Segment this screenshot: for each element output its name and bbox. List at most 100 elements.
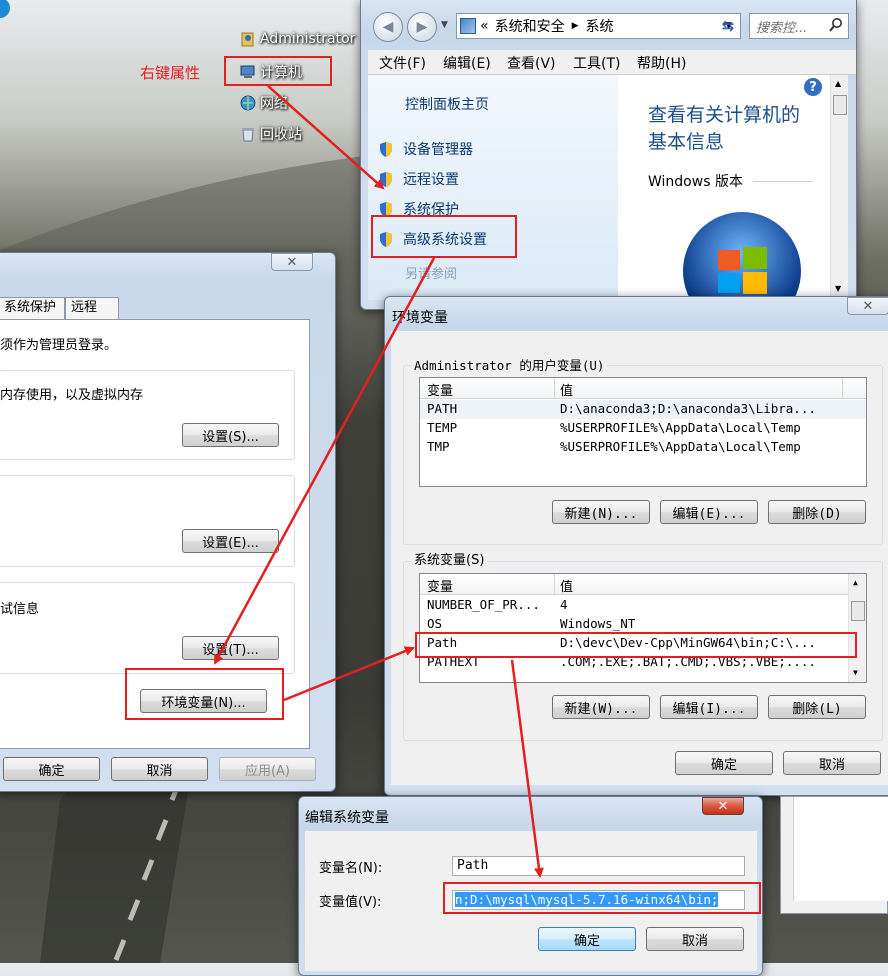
uac-shield-icon bbox=[378, 171, 394, 188]
search-box[interactable]: 搜索控... bbox=[749, 13, 849, 39]
system-window: ◀ ▶ ▼ « 系统和安全 ▶ 系统 ▼ ⇆ 搜索控... 文件(F) 编辑(E… bbox=[360, 0, 857, 310]
main-pane: 查看有关计算机的 基本信息 Windows 版本 bbox=[618, 75, 830, 300]
page-heading-line1: 查看有关计算机的 bbox=[648, 104, 801, 126]
user-edit-button[interactable]: 编辑(E)... bbox=[660, 500, 758, 524]
button-label: 确定 bbox=[710, 757, 737, 773]
close-icon: ✕ bbox=[717, 798, 729, 814]
column-header-value[interactable]: 值 bbox=[560, 380, 573, 399]
variable-name: PATH bbox=[427, 401, 458, 416]
scroll-thumb[interactable] bbox=[851, 601, 865, 621]
history-dropdown-arrow-icon[interactable]: ▼ bbox=[441, 20, 448, 30]
button-label: 设置(T)... bbox=[202, 642, 259, 658]
variable-value: Windows_NT bbox=[560, 616, 636, 631]
main-scrollbar[interactable]: ▲ ▼ bbox=[830, 75, 848, 300]
variable-name-label: 变量名(N): bbox=[319, 861, 383, 876]
control-panel-home-link[interactable]: 控制面板主页 bbox=[405, 94, 489, 114]
menu-tools[interactable]: 工具(T) bbox=[573, 53, 620, 73]
user-profiles-settings-button[interactable]: 设置(E)... bbox=[182, 529, 279, 553]
scroll-up-arrow-icon[interactable]: ▲ bbox=[835, 79, 841, 88]
performance-settings-button[interactable]: 设置(S)... bbox=[182, 423, 279, 447]
system-variable-row[interactable]: NUMBER_OF_PR... 4 bbox=[420, 596, 866, 615]
env-client: Administrator 的用户变量(U) 变量 值 PATH D:\anaco… bbox=[391, 331, 888, 785]
system-edit-button[interactable]: 编辑(I)... bbox=[660, 695, 758, 719]
user-delete-button[interactable]: 删除(D) bbox=[768, 500, 866, 524]
desktop-icon-recycle-bin[interactable]: 回收站 bbox=[240, 124, 302, 144]
variable-name-field[interactable]: Path bbox=[452, 856, 745, 876]
scroll-thumb[interactable] bbox=[833, 95, 847, 115]
sidebar-item-remote-settings[interactable]: 远程设置 bbox=[378, 169, 459, 189]
forward-button[interactable]: ▶ bbox=[407, 12, 437, 42]
user-variable-row[interactable]: PATH D:\anaconda3;D:\anaconda3\Libra... bbox=[420, 400, 866, 419]
scroll-down-arrow-icon[interactable]: ▼ bbox=[835, 284, 841, 293]
edit-dialog-title: 编辑系统变量 bbox=[305, 810, 389, 826]
variable-name: TEMP bbox=[427, 420, 458, 435]
column-header-variable[interactable]: 变量 bbox=[427, 380, 453, 399]
menu-edit[interactable]: 编辑(E) bbox=[443, 53, 491, 73]
field-value: Path bbox=[457, 858, 489, 873]
env-cancel-button[interactable]: 取消 bbox=[783, 751, 881, 775]
environment-variables-dialog: 环境变量 ✕ Administrator 的用户变量(U) 变量 值 PATH D… bbox=[384, 296, 888, 796]
properties-apply-button[interactable]: 应用(A) bbox=[219, 757, 316, 781]
properties-close-button[interactable]: ✕ bbox=[271, 253, 313, 271]
user-variable-row[interactable]: TMP %USERPROFILE%\AppData\Local\Temp bbox=[420, 438, 866, 457]
breadcrumb-current[interactable]: 系统 bbox=[586, 16, 614, 36]
properties-cancel-button[interactable]: 取消 bbox=[111, 757, 208, 781]
user-variables-list[interactable]: 变量 值 PATH D:\anaconda3;D:\anaconda3\Libra… bbox=[419, 377, 867, 487]
task-sidebar: 控制面板主页 设备管理器 远程设置 系统保护 高级系统设置 另请参阅 bbox=[368, 75, 618, 300]
menu-file[interactable]: 文件(F) bbox=[379, 53, 426, 73]
scroll-up-arrow-icon[interactable]: ▲ bbox=[853, 578, 858, 587]
menu-help[interactable]: 帮助(H) bbox=[637, 53, 686, 73]
breadcrumb-prefix[interactable]: « bbox=[480, 18, 489, 34]
tab-remote[interactable]: 远程 bbox=[65, 297, 119, 319]
sidebar-item-label: 远程设置 bbox=[403, 172, 459, 188]
env-dialog-title: 环境变量 bbox=[392, 310, 448, 326]
sidebar-item-device-manager[interactable]: 设备管理器 bbox=[378, 139, 473, 159]
user-folder-icon bbox=[240, 31, 256, 47]
system-variables-list[interactable]: 变量 值 NUMBER_OF_PR... 4 OS Windows_NT Path D… bbox=[419, 573, 867, 683]
uac-shield-icon bbox=[378, 141, 394, 158]
button-label: 应用(A) bbox=[244, 763, 291, 779]
tab-system-protection[interactable]: 系统保护 bbox=[0, 297, 65, 319]
back-button[interactable]: ◀ bbox=[373, 12, 403, 42]
column-header-value[interactable]: 值 bbox=[560, 576, 573, 595]
list-header: 变量 值 bbox=[420, 378, 866, 399]
button-label: 删除(D) bbox=[792, 506, 842, 522]
variable-value: %USERPROFILE%\AppData\Local\Temp bbox=[560, 439, 801, 454]
edit-close-button[interactable]: ✕ bbox=[702, 797, 744, 815]
system-new-button[interactable]: 新建(W)... bbox=[552, 695, 650, 719]
edit-cancel-button[interactable]: 取消 bbox=[646, 927, 744, 951]
env-close-button[interactable]: ✕ bbox=[847, 297, 888, 315]
system-list-scrollbar[interactable]: ▲ ▼ bbox=[848, 574, 866, 682]
button-label: 删除(L) bbox=[792, 701, 842, 717]
desktop-icon-label: 网络 bbox=[260, 96, 288, 112]
column-header-variable[interactable]: 变量 bbox=[427, 576, 453, 595]
user-variable-row[interactable]: TEMP %USERPROFILE%\AppData\Local\Temp bbox=[420, 419, 866, 438]
system-delete-button[interactable]: 删除(L) bbox=[768, 695, 866, 719]
refresh-button[interactable]: ⇆ bbox=[713, 13, 743, 39]
desktop-icon-administrator[interactable]: Administrator bbox=[240, 31, 355, 47]
highlight-path-row bbox=[415, 632, 857, 658]
see-also-heading: 另请参阅 bbox=[405, 267, 458, 282]
highlight-env-button bbox=[125, 668, 284, 720]
highlight-variable-value bbox=[443, 882, 761, 914]
edit-ok-button[interactable]: 确定 bbox=[538, 927, 636, 951]
control-panel-icon bbox=[460, 18, 476, 34]
menu-view[interactable]: 查看(V) bbox=[507, 53, 556, 73]
env-ok-button[interactable]: 确定 bbox=[675, 751, 773, 775]
help-icon[interactable]: ? bbox=[804, 78, 822, 96]
sidebar-item-label: 设备管理器 bbox=[403, 142, 473, 158]
address-bar[interactable]: « 系统和安全 ▶ 系统 ▼ bbox=[456, 13, 741, 39]
user-new-button[interactable]: 新建(N)... bbox=[552, 500, 650, 524]
startup-settings-button[interactable]: 设置(T)... bbox=[182, 636, 279, 660]
tab-label: 远程 bbox=[71, 300, 98, 315]
scroll-down-arrow-icon[interactable]: ▼ bbox=[853, 668, 858, 677]
properties-ok-button[interactable]: 确定 bbox=[3, 757, 100, 781]
desktop-icon-network[interactable]: 网络 bbox=[240, 93, 288, 113]
button-label: 设置(S)... bbox=[202, 429, 259, 445]
button-label: 新建(W)... bbox=[564, 701, 638, 717]
performance-description: 内存使用，以及虚拟内存 bbox=[0, 388, 144, 403]
forward-arrow-icon: ▶ bbox=[416, 19, 428, 35]
variable-name: OS bbox=[427, 616, 443, 631]
button-label: 设置(E)... bbox=[202, 535, 259, 551]
breadcrumb-parent[interactable]: 系统和安全 bbox=[495, 16, 565, 36]
